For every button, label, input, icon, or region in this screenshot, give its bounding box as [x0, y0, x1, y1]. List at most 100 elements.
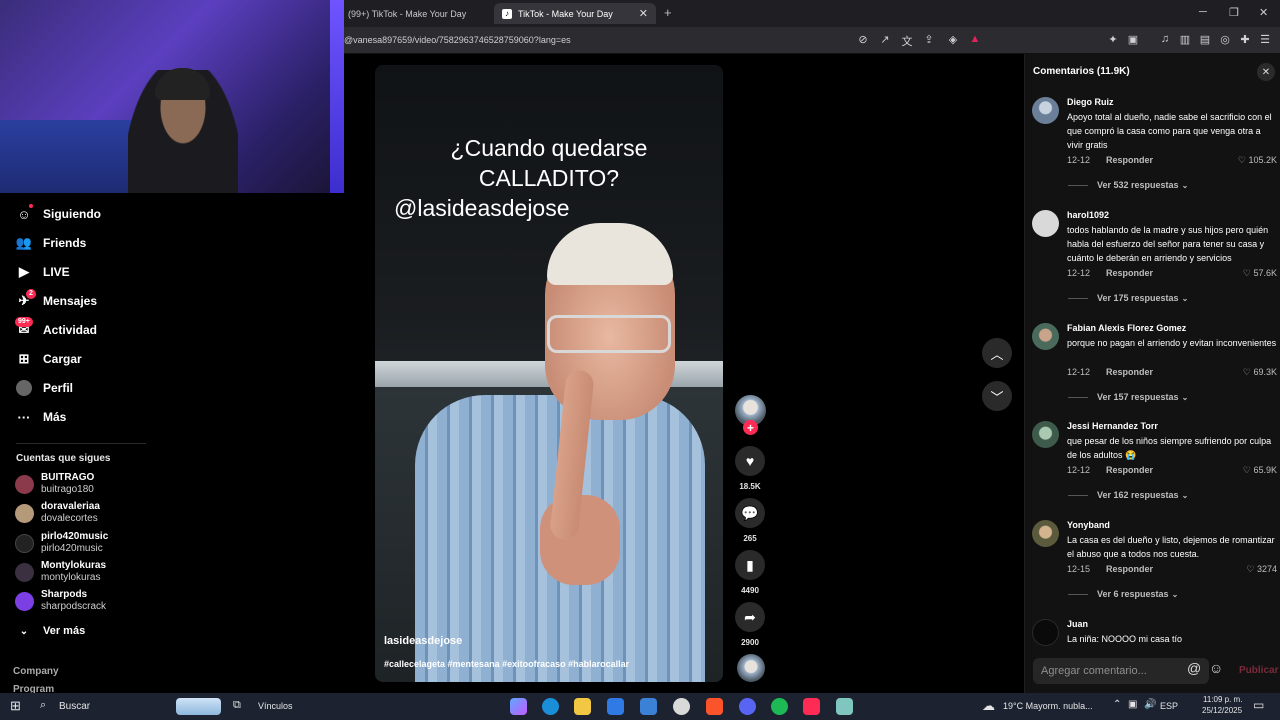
next-video-button[interactable]: ﹀ — [982, 381, 1012, 411]
following-account[interactable]: Montylokuras montylokuras — [15, 560, 155, 586]
url-field[interactable]: @vanesa897659/video/7582963746528759060?… — [344, 35, 571, 45]
avatar[interactable] — [1032, 210, 1059, 237]
copilot-icon[interactable] — [510, 698, 527, 715]
brave-icon[interactable] — [706, 698, 723, 715]
clock-time[interactable]: 11:09 p. m. — [1203, 695, 1242, 704]
task-view-icon[interactable]: ⧉ — [233, 699, 241, 712]
following-account[interactable]: Sharpods sharpodscrack — [15, 589, 155, 615]
footer-company-link[interactable]: Company — [13, 666, 59, 677]
reply-button[interactable]: Responder — [1106, 465, 1153, 475]
notifications-icon[interactable]: ▭ — [1253, 698, 1264, 712]
avatar[interactable] — [1032, 323, 1059, 350]
close-comments-button[interactable]: ✕ — [1257, 63, 1275, 81]
nav-following[interactable]: ☺ Siguiendo — [16, 203, 101, 225]
restore-icon[interactable]: ❐ — [1229, 6, 1239, 19]
following-account[interactable]: pirlo420music pirlo420music — [15, 531, 155, 557]
reply-button[interactable]: Responder — [1106, 367, 1153, 377]
following-account[interactable]: BUITRAGO buitrago180 — [15, 472, 155, 498]
tray-chevron-icon[interactable]: ⌃ — [1113, 699, 1121, 710]
follow-plus-icon[interactable]: + — [743, 420, 758, 435]
close-tab-icon[interactable]: ✕ — [639, 7, 648, 20]
clock-date[interactable]: 25/12/2025 — [1202, 706, 1242, 715]
save-button[interactable]: ▮ — [735, 550, 765, 580]
media-icon[interactable]: ♫ — [1158, 33, 1172, 45]
volume-icon[interactable]: 🔊 — [1144, 699, 1156, 710]
see-more-button[interactable]: ⌄ Ver más — [16, 620, 85, 642]
avatar[interactable] — [1032, 421, 1059, 448]
reader-icon[interactable]: ▣ — [1126, 33, 1140, 46]
comment-username[interactable]: Diego Ruiz — [1067, 97, 1114, 107]
translate-icon[interactable]: 文 — [900, 33, 914, 49]
open-external-icon[interactable]: ↗ — [878, 33, 892, 46]
extensions-icon[interactable]: ✦ — [1106, 33, 1120, 46]
tiktok-icon[interactable] — [803, 698, 820, 715]
view-replies-button[interactable]: Ver 175 respuestas ⌄ — [1097, 293, 1188, 303]
rewards-icon[interactable]: ▲ — [968, 33, 982, 45]
shield-icon[interactable]: ◈ — [946, 33, 960, 46]
video-hashtags[interactable]: #callecelageta #mentesana #exitoofracaso… — [384, 659, 629, 669]
comment-input[interactable] — [1033, 658, 1209, 684]
nav-messages[interactable]: ✈ 2 Mensajes — [16, 289, 97, 312]
reply-button[interactable]: Responder — [1106, 155, 1153, 165]
edge-icon[interactable] — [542, 698, 559, 715]
sound-avatar[interactable] — [737, 654, 765, 682]
obs-icon[interactable] — [673, 698, 690, 715]
share-icon[interactable]: ⇪ — [922, 33, 936, 46]
no-tracking-icon[interactable]: ⊘ — [856, 33, 870, 46]
avatar[interactable] — [1032, 97, 1059, 124]
weather-icon[interactable]: ☁ — [982, 698, 995, 714]
share-button[interactable]: ➦ — [735, 602, 765, 632]
settings-icon[interactable]: ✚ — [1238, 33, 1252, 46]
store-icon[interactable] — [607, 698, 624, 715]
nav-upload[interactable]: ⊞ Cargar — [16, 348, 82, 370]
close-window-icon[interactable]: ✕ — [1259, 6, 1268, 19]
video-author[interactable]: lasideasdejose — [384, 635, 462, 647]
nav-profile[interactable]: Perfil — [16, 377, 73, 399]
comment-button[interactable]: 💬 — [735, 498, 765, 528]
menu-icon[interactable]: ☰ — [1258, 33, 1272, 46]
previous-video-button[interactable]: ︿ — [982, 338, 1012, 368]
following-account[interactable]: doravaleriaa dovalecortes — [15, 501, 155, 527]
notepad-icon[interactable] — [836, 698, 853, 715]
new-tab-icon[interactable]: + — [664, 5, 672, 20]
nav-activity[interactable]: ✉ 99+ Actividad — [15, 317, 97, 341]
vpn-icon[interactable]: ◎ — [1218, 33, 1232, 46]
avatar[interactable] — [1032, 520, 1059, 547]
view-replies-button[interactable]: Ver 162 respuestas ⌄ — [1097, 490, 1188, 500]
tray-app-icon[interactable]: ▣ — [1128, 699, 1137, 710]
minimize-icon[interactable]: ─ — [1199, 6, 1207, 18]
comment-username[interactable]: Yonyband — [1067, 520, 1110, 530]
weather-label[interactable]: 19°C Mayorm. nubla... — [1003, 701, 1093, 711]
taskbar-search-label[interactable]: Buscar — [59, 701, 90, 712]
reply-button[interactable]: Responder — [1106, 564, 1153, 574]
browser-tab-active[interactable]: ♪ TikTok - Make Your Day ✕ — [494, 3, 656, 24]
view-replies-button[interactable]: Ver 532 respuestas ⌄ — [1097, 180, 1188, 190]
comment-username[interactable]: Fabian Alexis Florez Gomez — [1067, 323, 1186, 333]
like-button[interactable]: ♥ — [735, 446, 765, 476]
view-replies-button[interactable]: Ver 157 respuestas ⌄ — [1097, 392, 1188, 402]
windows-start-icon[interactable]: ⊞ — [10, 698, 21, 714]
comment-username[interactable]: Jessi Hernandez Torr — [1067, 421, 1158, 431]
publish-button[interactable]: Publicar — [1239, 665, 1278, 676]
comment-likes[interactable]: ♡ 65.9K — [1233, 465, 1277, 476]
comment-likes[interactable]: ♡ 105.2K — [1233, 155, 1277, 166]
comment-likes[interactable]: ♡ 57.6K — [1233, 268, 1277, 279]
comment-username[interactable]: Juan — [1067, 619, 1088, 629]
search-icon[interactable]: ⌕ — [40, 699, 46, 712]
comment-likes[interactable]: ♡ 69.3K — [1233, 367, 1277, 378]
language-label[interactable]: ESP — [1160, 701, 1178, 711]
nav-friends[interactable]: 👥 Friends — [16, 232, 86, 254]
file-explorer-icon[interactable] — [574, 698, 591, 715]
discord-icon[interactable] — [739, 698, 756, 715]
reply-button[interactable]: Responder — [1106, 268, 1153, 278]
video-player[interactable]: ¿Cuando quedarse CALLADITO? @lasideasdej… — [375, 65, 723, 682]
nav-more[interactable]: ··· Más — [16, 406, 67, 428]
mention-icon[interactable]: @ — [1187, 660, 1201, 676]
search-highlight-image[interactable] — [176, 698, 221, 715]
mail-icon[interactable] — [640, 698, 657, 715]
view-replies-button[interactable]: Ver 6 respuestas ⌄ — [1097, 589, 1178, 599]
spotify-icon[interactable] — [771, 698, 788, 715]
links-toolbar-label[interactable]: Vínculos — [258, 701, 293, 711]
avatar[interactable] — [1032, 619, 1059, 646]
sidebar-icon[interactable]: ▥ — [1178, 33, 1192, 46]
